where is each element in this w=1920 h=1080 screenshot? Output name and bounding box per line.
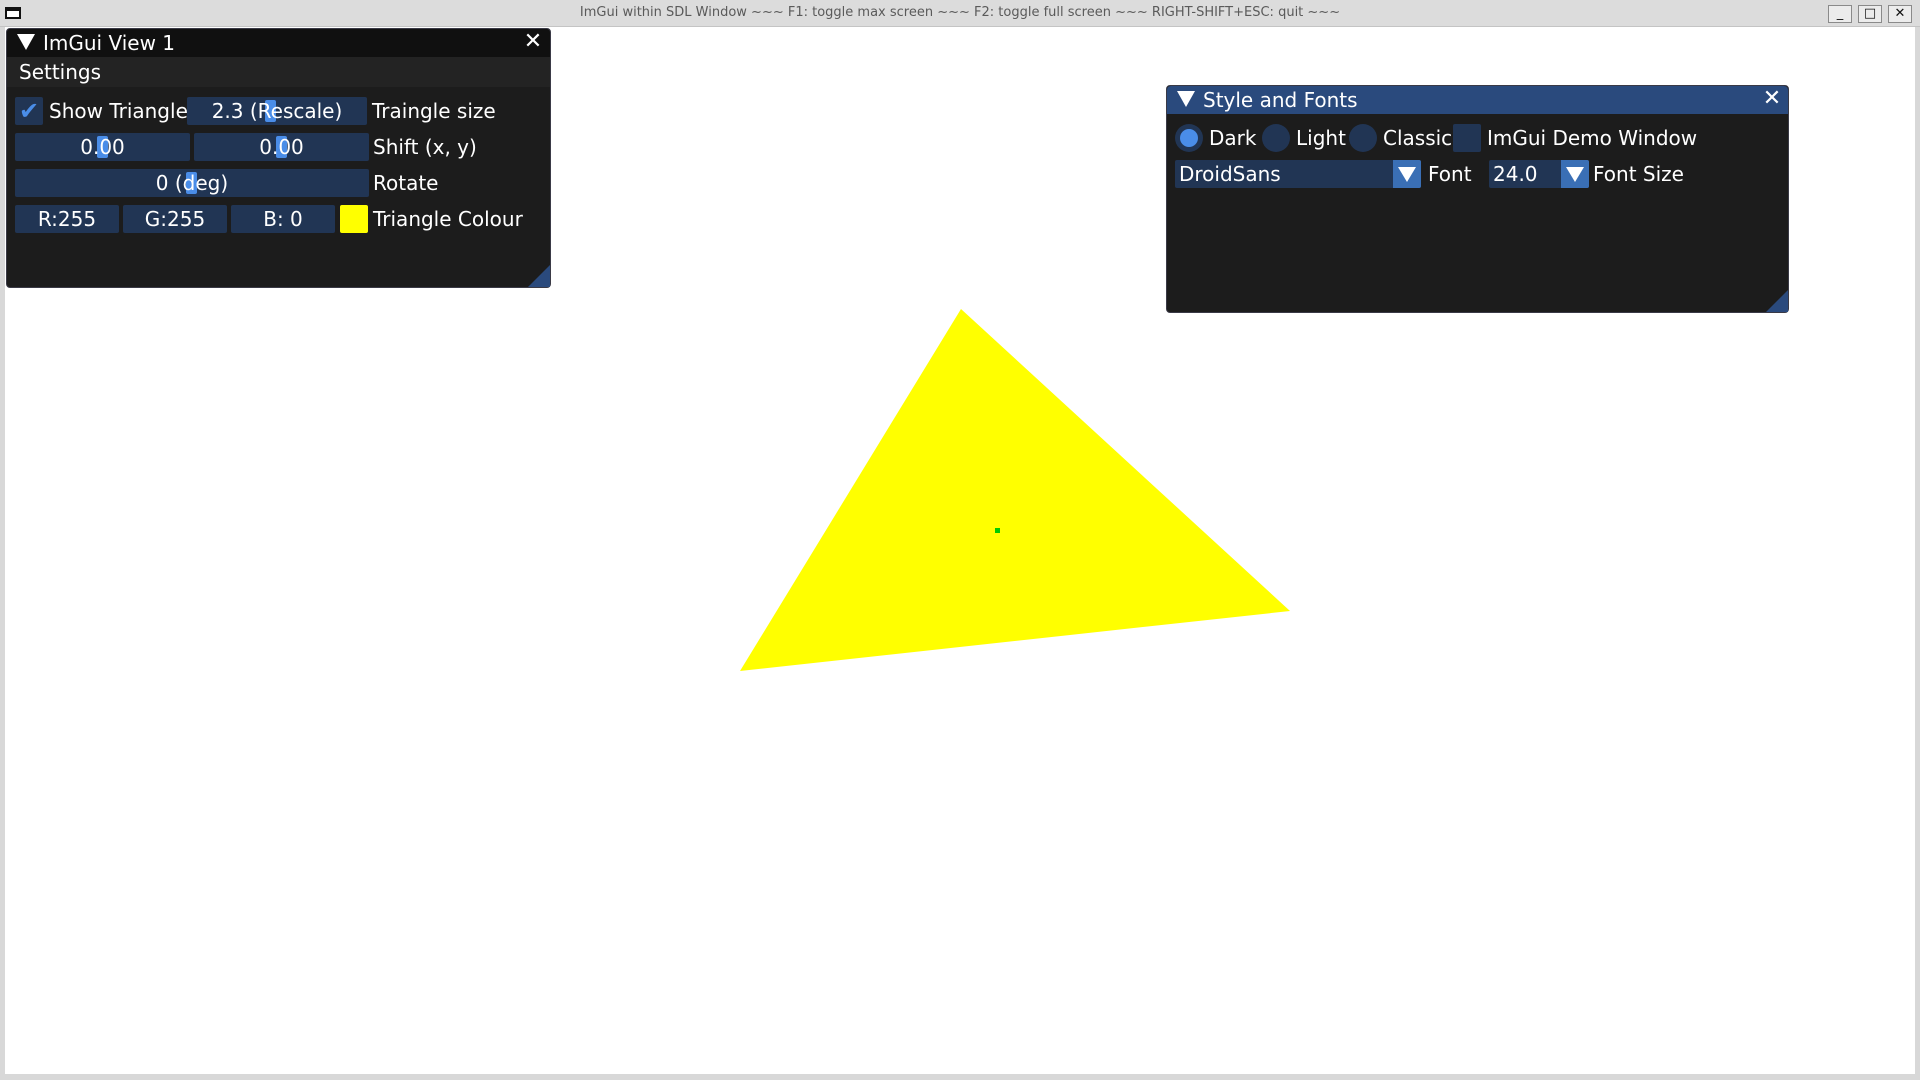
resize-grip-icon[interactable] — [528, 265, 550, 287]
view1-title-bar[interactable]: ImGui View 1 ✕ — [7, 29, 550, 57]
yellow-triangle — [740, 309, 1290, 671]
window-frame-bottom — [0, 1074, 1920, 1080]
demo-window-label: ImGui Demo Window — [1487, 126, 1698, 150]
shift-y-slider[interactable]: 0.00 — [194, 133, 369, 161]
font-size-combo[interactable]: 24.0 — [1489, 160, 1589, 188]
show-triangle-label: Show Triangle — [49, 99, 188, 123]
demo-window-checkbox[interactable] — [1453, 124, 1481, 152]
view1-title: ImGui View 1 — [43, 31, 176, 55]
radio-classic-label: Classic — [1383, 126, 1453, 150]
style-and-fonts-window[interactable]: Style and Fonts ✕ Dark Light Classic ImG… — [1166, 85, 1789, 313]
radio-dark-label: Dark — [1209, 126, 1257, 150]
rotate-label: Rotate — [373, 171, 439, 195]
shift-label: Shift (x, y) — [373, 135, 477, 159]
show-triangle-checkbox[interactable]: ✔ — [15, 97, 43, 125]
collapse-arrow-icon[interactable] — [17, 34, 35, 50]
triangle-colour-label: Triangle Colour — [373, 207, 523, 231]
imgui-view-1-window[interactable]: ImGui View 1 ✕ Settings ✔ Show Triangle … — [6, 28, 551, 288]
checkmark-icon: ✔ — [19, 97, 40, 125]
font-label: Font — [1428, 162, 1472, 186]
collapse-arrow-icon[interactable] — [1177, 91, 1195, 107]
style-title-bar[interactable]: Style and Fonts ✕ — [1167, 86, 1788, 114]
menu-settings[interactable]: Settings — [19, 59, 101, 85]
shift-x-slider[interactable]: 0.00 — [15, 133, 190, 161]
rotate-slider[interactable]: 0 (deg) — [15, 169, 369, 197]
resize-grip-icon[interactable] — [1766, 290, 1788, 312]
colour-swatch-button[interactable] — [340, 205, 368, 233]
triangle-center-dot — [995, 528, 1000, 533]
view1-close-button[interactable]: ✕ — [522, 31, 544, 53]
radio-selected-dot — [1180, 129, 1198, 147]
minimize-button[interactable]: _ — [1828, 5, 1852, 23]
close-window-button[interactable]: ✕ — [1888, 5, 1912, 23]
chevron-down-icon — [1398, 167, 1416, 182]
radio-dark[interactable] — [1175, 124, 1203, 152]
window-frame-right — [1915, 27, 1920, 1080]
os-window-title: ImGui within SDL Window ~~~ F1: toggle m… — [579, 5, 1341, 20]
os-title-bar[interactable]: ImGui within SDL Window ~~~ F1: toggle m… — [0, 0, 1920, 27]
style-close-button[interactable]: ✕ — [1761, 88, 1783, 110]
font-dropdown-button[interactable] — [1393, 160, 1421, 188]
colour-green-field[interactable]: G:255 — [123, 205, 227, 233]
font-size-dropdown-button[interactable] — [1561, 160, 1589, 188]
radio-classic[interactable] — [1349, 124, 1377, 152]
view1-menu-bar: Settings — [7, 57, 550, 87]
radio-light[interactable] — [1262, 124, 1290, 152]
font-size-label: Font Size — [1593, 162, 1684, 186]
triangle-size-label: Traingle size — [372, 99, 496, 123]
colour-red-field[interactable]: R:255 — [15, 205, 119, 233]
chevron-down-icon — [1566, 167, 1584, 182]
colour-blue-field[interactable]: B: 0 — [231, 205, 335, 233]
font-combo[interactable]: DroidSans — [1175, 160, 1421, 188]
maximize-button[interactable]: □ — [1858, 5, 1882, 23]
triangle-size-slider[interactable]: 2.3 (Rescale) — [187, 97, 367, 125]
style-title: Style and Fonts — [1203, 88, 1358, 112]
radio-light-label: Light — [1296, 126, 1346, 150]
window-frame-left — [0, 27, 5, 1080]
